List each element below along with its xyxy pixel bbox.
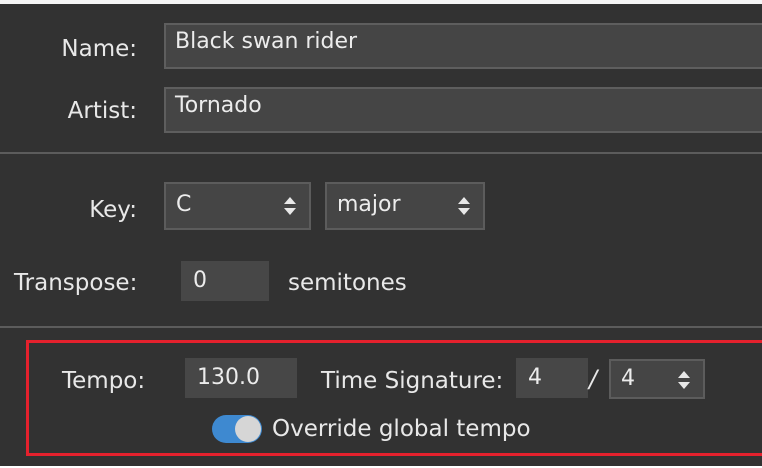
key-mode-select[interactable]: major bbox=[325, 182, 485, 230]
select-arrows-icon bbox=[458, 197, 470, 215]
transpose-input[interactable]: 0 bbox=[181, 261, 269, 301]
select-arrows-icon bbox=[284, 197, 296, 215]
time-signature-denominator-select[interactable]: 4 bbox=[609, 359, 705, 399]
name-label: Name: bbox=[61, 36, 137, 62]
artist-label: Artist: bbox=[67, 98, 137, 124]
song-settings-panel: Name: Black swan rider Artist: Tornado K… bbox=[0, 0, 762, 466]
tempo-input[interactable]: 130.0 bbox=[185, 358, 297, 398]
time-signature-label: Time Signature: bbox=[321, 368, 504, 394]
key-note-select[interactable]: C bbox=[164, 182, 311, 230]
section-divider-bottom bbox=[0, 326, 762, 328]
transpose-label: Transpose: bbox=[14, 270, 138, 296]
override-tempo-label: Override global tempo bbox=[272, 416, 531, 442]
section-divider-top bbox=[0, 152, 762, 154]
name-field[interactable]: Black swan rider bbox=[164, 23, 762, 69]
key-mode-value: major bbox=[337, 192, 401, 217]
tempo-label: Tempo: bbox=[62, 368, 146, 394]
key-note-value: C bbox=[176, 192, 192, 217]
transpose-unit-label: semitones bbox=[288, 270, 407, 296]
time-signature-separator: / bbox=[589, 365, 598, 393]
select-arrows-icon bbox=[678, 371, 690, 389]
time-signature-numerator-input[interactable]: 4 bbox=[516, 358, 588, 398]
time-signature-denominator-value: 4 bbox=[621, 366, 635, 391]
override-tempo-toggle[interactable] bbox=[212, 415, 262, 443]
artist-field[interactable]: Tornado bbox=[164, 87, 762, 133]
key-label: Key: bbox=[89, 197, 137, 223]
toggle-knob bbox=[235, 416, 261, 442]
